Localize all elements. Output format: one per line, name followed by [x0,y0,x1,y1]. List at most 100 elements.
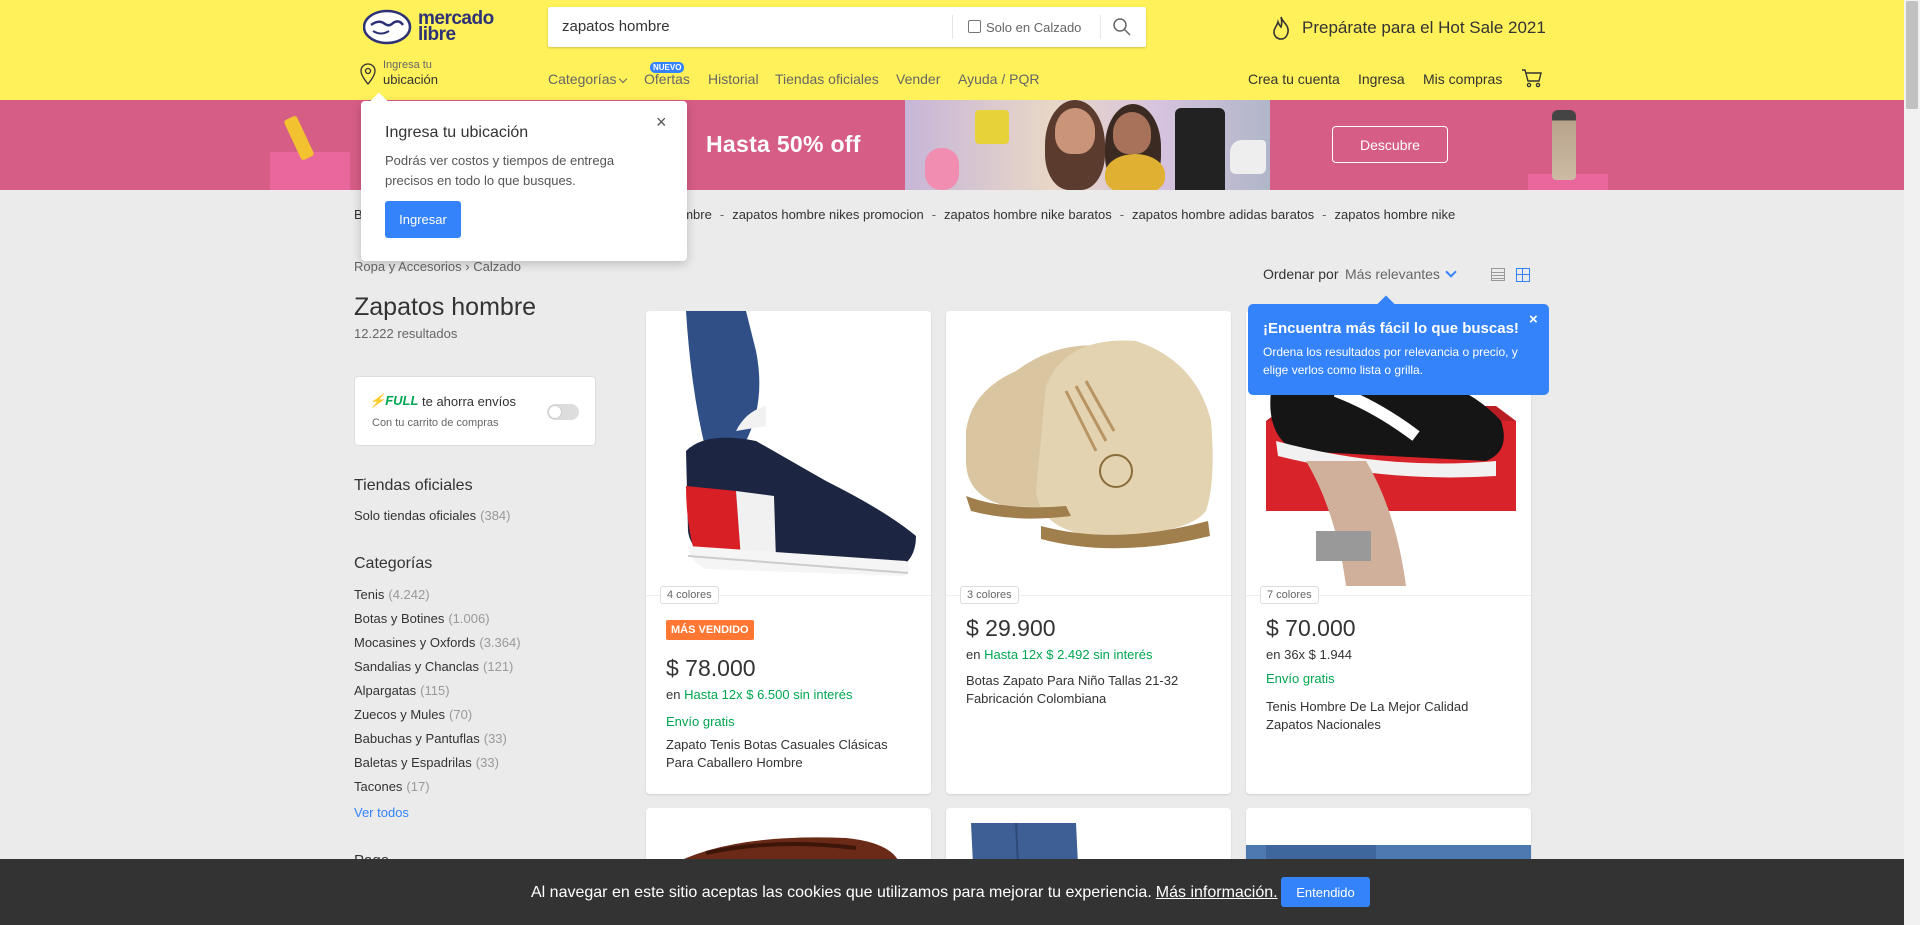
sort-dropdown[interactable]: Más relevantes [1345,266,1440,282]
product-price: $ 29.900 [966,615,1056,641]
colors-badge: 4 colores [660,586,719,604]
banner-mat [925,148,959,190]
tooltip-title: ¡Encuentra más fácil lo que buscas! [1263,320,1519,337]
category-filter-item[interactable]: Mocasines y Oxfords (3.364) [354,635,521,650]
search-icon[interactable] [1112,17,1132,37]
best-seller-badge: MÁS VENDIDO [666,620,754,640]
full-toggle[interactable] [547,404,579,420]
category-filter-item[interactable]: Tenis (4.242) [354,587,430,602]
enter-location-button[interactable]: Ingresar [385,201,461,238]
related-searches: ombre - zapatos hombre nikes promocion - zap… [675,207,1455,222]
location-pin-icon[interactable] [360,63,376,85]
location-label-small[interactable]: Ingresa tu [383,59,432,71]
flame-icon [1273,16,1289,40]
category-filter-item[interactable]: Alpargatas (115) [354,683,450,698]
banner-sneaker [1230,140,1266,174]
banner-person [1105,154,1165,190]
product-title[interactable]: Tenis Hombre De La Mejor Calidad Zapatos… [1266,698,1516,734]
product-price: $ 78.000 [666,655,756,681]
banner-bottle [1552,110,1576,180]
nav-historial[interactable]: Historial [708,71,759,87]
nav-ofertas[interactable]: Ofertas [644,71,690,87]
banner-decoration [270,152,350,190]
breadcrumb-item[interactable]: Ropa y Accesorios [354,259,462,274]
cookie-banner: Al navegar en este sitio aceptas las coo… [0,859,1904,925]
official-stores-heading: Tiendas oficiales [354,477,473,494]
product-card[interactable]: 4 colores MÁS VENDIDO $ 78.000 en Hasta … [646,311,931,794]
banner-shirt [1175,108,1225,190]
category-filter-item[interactable]: Baletas y Espadrilas (33) [354,755,499,770]
colors-badge: 7 colores [1260,586,1319,604]
breadcrumb: Ropa y Accesorios › Calzado [354,259,521,274]
list-view-icon[interactable] [1491,268,1505,281]
promo-banner[interactable]: Hasta 50% off Descubre [0,100,1904,190]
grid-view-icon[interactable] [1516,268,1530,282]
cart-icon[interactable] [1521,68,1543,88]
category-filter-label[interactable]: Solo en Calzado [986,20,1081,35]
related-separator: - [1322,207,1327,222]
cookie-more-info-link[interactable]: Más información. [1156,884,1278,901]
scrollbar-track[interactable] [1904,0,1920,925]
category-filter-checkbox[interactable] [968,20,981,33]
banner-headline: Hasta 50% off [706,131,861,157]
login-link[interactable]: Ingresa [1358,71,1405,87]
search-input[interactable] [562,18,942,35]
product-image[interactable] [646,311,931,596]
cookie-text: Al navegar en este sitio aceptas las coo… [531,884,1278,901]
close-icon[interactable]: × [1529,311,1538,328]
related-separator: - [719,207,725,222]
category-filter-item[interactable]: Zuecos y Mules (70) [354,707,472,722]
breadcrumb-item[interactable]: Calzado [473,259,521,274]
free-shipping-label: Envío gratis [1266,671,1335,686]
related-separator: - [1119,207,1125,222]
related-search-item[interactable]: zapatos hombre nike [1335,207,1456,222]
banner-bag [975,110,1009,144]
search-bar: Solo en Calzado [548,7,1146,47]
header: mercado libre Solo en Calzado Prepárate … [0,0,1904,100]
product-title[interactable]: Botas Zapato Para Niño Tallas 21-32 Fabr… [966,672,1216,708]
category-filter-item[interactable]: Babuchas y Pantuflas (33) [354,731,507,746]
search-divider [1100,15,1101,39]
related-search-item[interactable]: zapatos hombre adidas baratos [1132,207,1314,222]
category-filter-item[interactable]: Sandalias y Chanclas (121) [354,659,513,674]
cookie-accept-button[interactable]: Entendido [1281,877,1370,907]
related-separator: - [931,207,937,222]
create-account-link[interactable]: Crea tu cuenta [1248,71,1340,87]
close-icon[interactable]: × [656,112,667,133]
categories-heading: Categorías [354,555,433,572]
scrollbar-thumb[interactable] [1906,1,1918,109]
product-installments: en Hasta 12x $ 6.500 sin interés [666,687,853,702]
results-count: 12.222 resultados [354,326,458,341]
logo-text[interactable]: mercado libre [418,9,494,44]
chevron-down-icon[interactable] [1445,266,1457,278]
location-popup-title: Ingresa tu ubicación [385,124,529,141]
related-search-item[interactable]: zapatos hombre nike baratos [944,207,1112,222]
sort-tooltip: ¡Encuentra más fácil lo que buscas! × Or… [1248,304,1549,395]
nav-categories[interactable]: Categorías [548,71,628,87]
hot-sale-promo[interactable]: Prepárate para el Hot Sale 2021 [1302,18,1546,38]
product-title[interactable]: Zapato Tenis Botas Casuales Clásicas Par… [666,736,916,772]
category-filter-item[interactable]: Tacones (17) [354,779,430,794]
see-all-categories-link[interactable]: Ver todos [354,805,409,820]
filter-official-stores[interactable]: Solo tiendas oficiales (384) [354,508,511,523]
tooltip-body: Ordena los resultados por relevancia o p… [1263,345,1518,377]
my-purchases-link[interactable]: Mis compras [1423,71,1502,87]
nav-tiendas-oficiales[interactable]: Tiendas oficiales [775,71,879,87]
nav-vender[interactable]: Vender [896,71,940,87]
full-shipping-filter[interactable]: ⚡FULL te ahorra envíos Con tu carrito de… [354,376,596,446]
category-filter-item[interactable]: Botas y Botines (1.006) [354,611,490,626]
location-label[interactable]: ubicación [383,72,438,87]
location-popup: Ingresa tu ubicación × Podrás ver costos… [361,101,687,261]
full-subtext: Con tu carrito de compras [372,417,499,429]
related-search-item[interactable]: zapatos hombre nikes promocion [732,207,924,222]
nav-ayuda[interactable]: Ayuda / PQR [958,71,1039,87]
product-card[interactable]: 3 colores $ 29.900 en Hasta 12x $ 2.492 … [946,311,1231,794]
product-installments: en 36x $ 1.944 [1266,647,1353,662]
chevron-down-icon [619,74,628,84]
product-image[interactable] [946,311,1231,596]
full-logo: ⚡FULL [369,393,419,408]
search-divider [952,15,953,39]
banner-person [1055,108,1095,154]
full-text: te ahorra envíos [422,394,516,409]
banner-discover-button[interactable]: Descubre [1332,126,1448,163]
